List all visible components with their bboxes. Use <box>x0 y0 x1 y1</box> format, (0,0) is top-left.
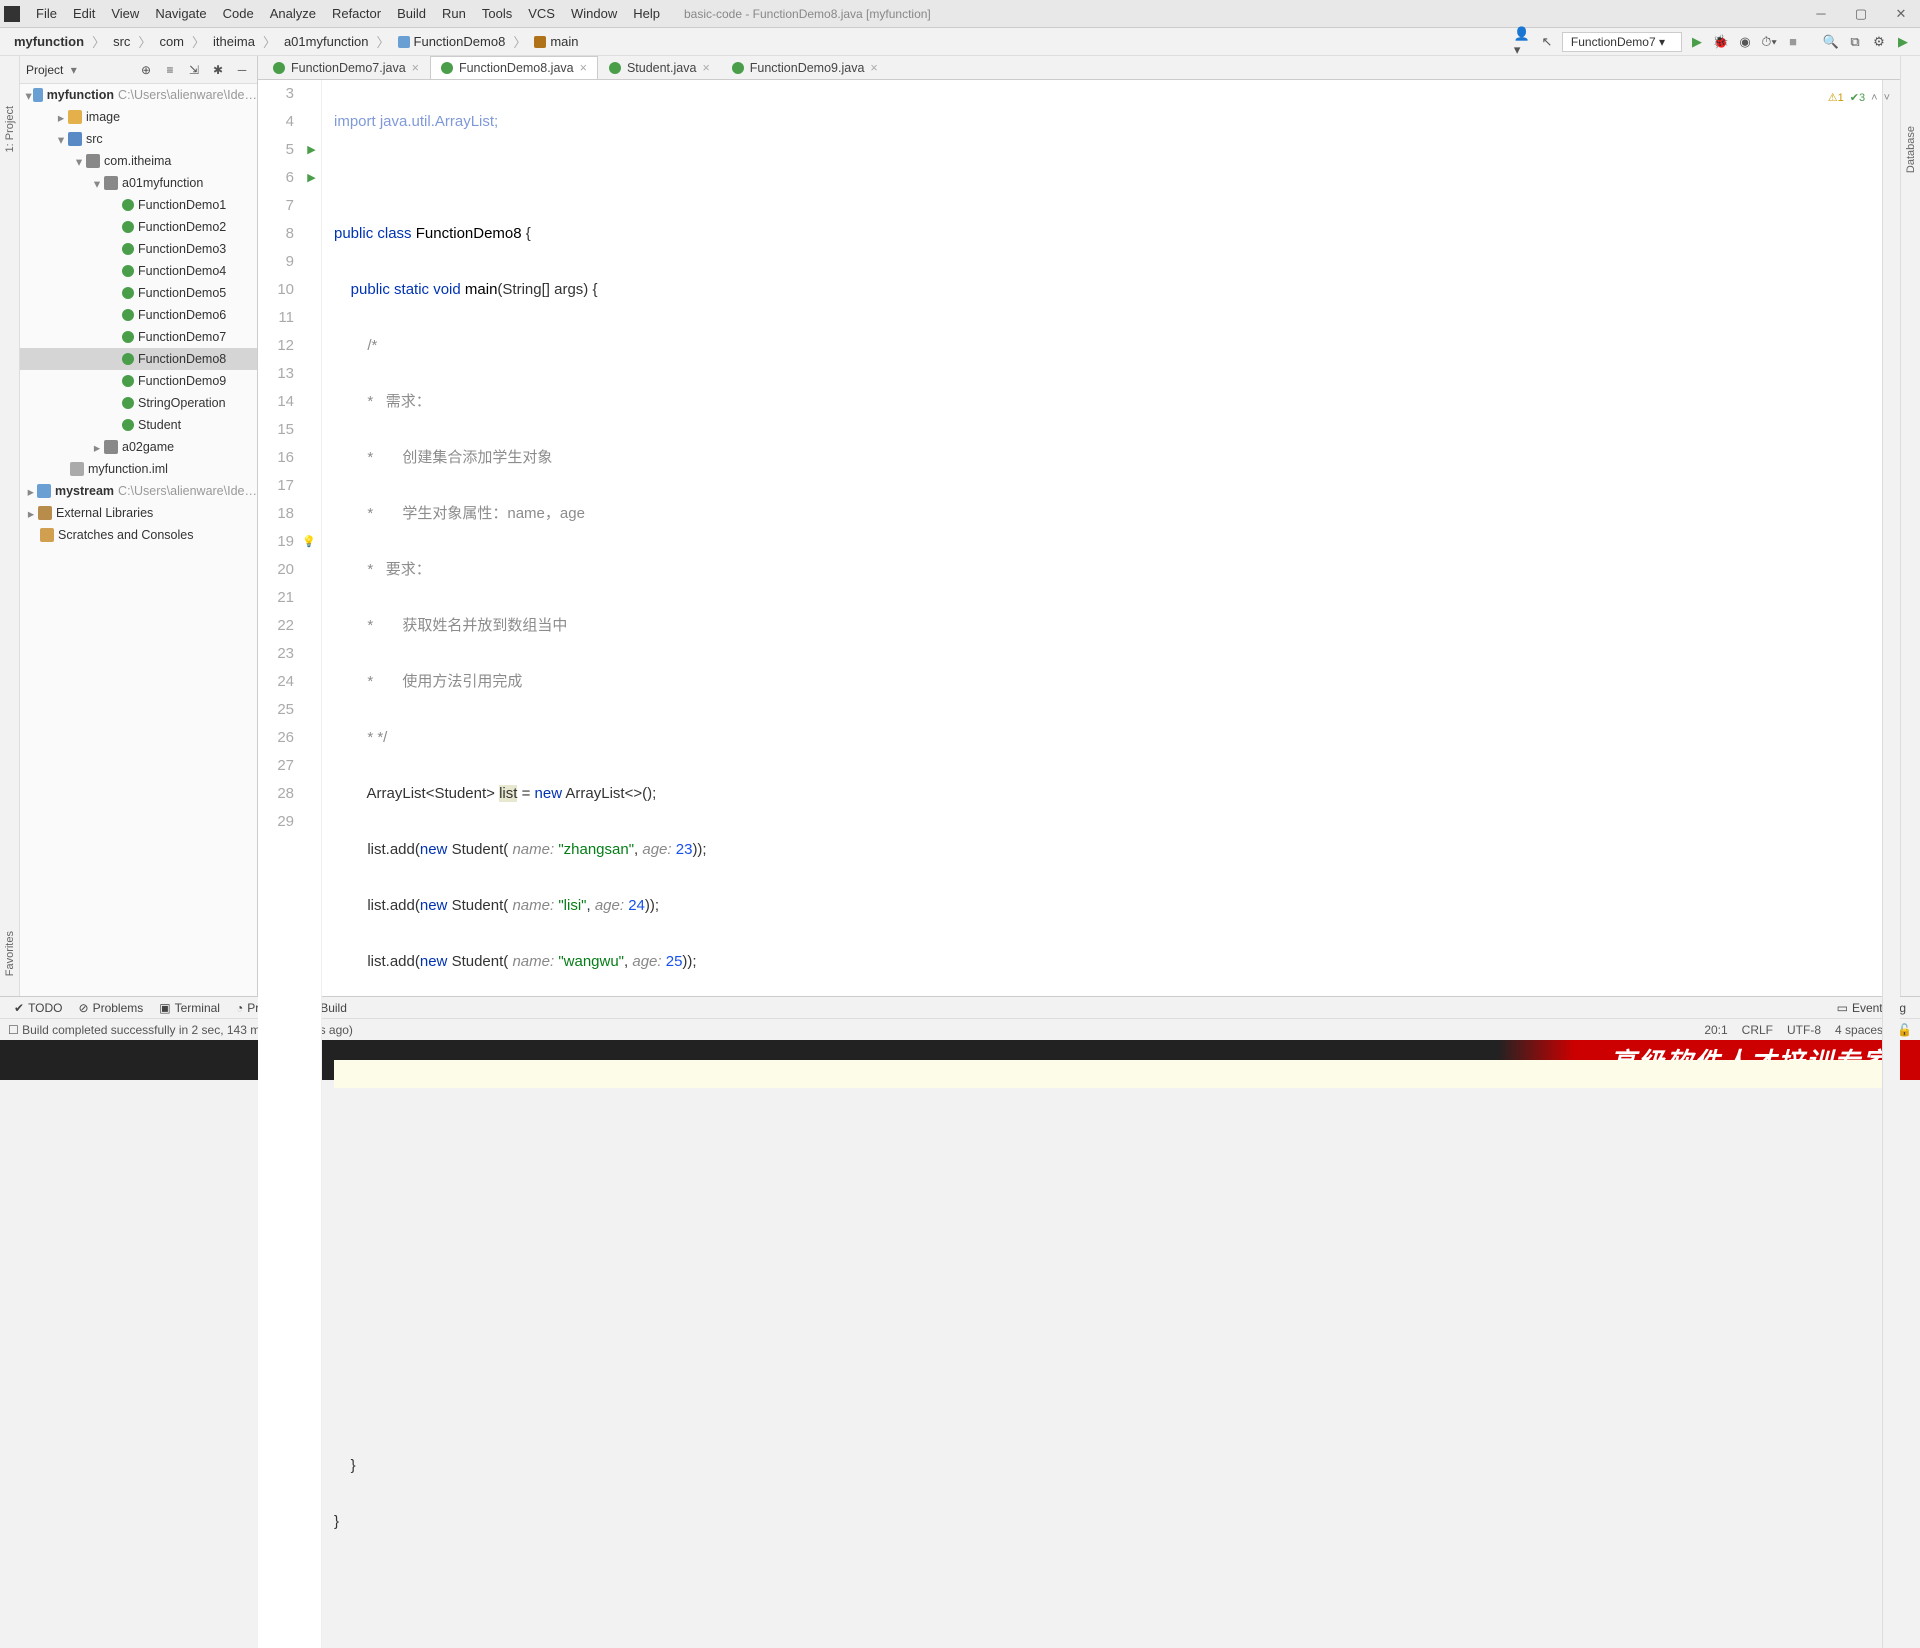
editor-tabs: FunctionDemo7.java× FunctionDemo8.java× … <box>258 56 1900 80</box>
close-icon[interactable]: ✕ <box>1886 6 1916 22</box>
collapse-all-icon[interactable]: ⇲ <box>185 61 203 79</box>
help-icon[interactable]: ▶ <box>1894 33 1912 51</box>
tree-node-class[interactable]: FunctionDemo7 <box>20 326 257 348</box>
menu-build[interactable]: Build <box>389 4 434 23</box>
tree-node-package[interactable]: ▾com.itheima <box>20 150 257 172</box>
breadcrumb[interactable]: myfunction <box>8 32 90 51</box>
problems-tab[interactable]: ⊘ Problems <box>71 999 152 1017</box>
menu-edit[interactable]: Edit <box>65 4 103 23</box>
menu-navigate[interactable]: Navigate <box>147 4 214 23</box>
select-opened-file-icon[interactable]: ⊕ <box>137 61 155 79</box>
terminal-tab[interactable]: ▣ Terminal <box>151 999 228 1017</box>
settings-preview-icon[interactable]: ⧉ <box>1846 33 1864 51</box>
close-tab-icon[interactable]: × <box>702 61 709 75</box>
tree-node-class[interactable]: FunctionDemo8 <box>20 348 257 370</box>
editor: FunctionDemo7.java× FunctionDemo8.java× … <box>258 56 1900 996</box>
tree-node-class[interactable]: StringOperation <box>20 392 257 414</box>
settings-icon[interactable]: ✱ <box>209 61 227 79</box>
tree-node-class[interactable]: FunctionDemo9 <box>20 370 257 392</box>
window-title-context: basic-code - FunctionDemo8.java [myfunct… <box>684 7 931 21</box>
back-icon[interactable]: ↖ <box>1538 33 1556 51</box>
menu-code[interactable]: Code <box>215 4 262 23</box>
menu-window[interactable]: Window <box>563 4 625 23</box>
breadcrumb[interactable]: main <box>528 32 584 51</box>
tree-node-module[interactable]: ▾myfunctionC:\Users\alienware\Ide… <box>20 84 257 106</box>
code-editor[interactable]: ⚠1 ✔3 ˄˅ 3456789101112131415161718192021… <box>258 80 1900 1648</box>
tree-node-class[interactable]: Student <box>20 414 257 436</box>
menu-file[interactable]: File <box>28 4 65 23</box>
app-logo-icon <box>4 6 20 22</box>
project-tool-window: Project ▾ ⊕ ≡ ⇲ ✱ ─ ▾myfunctionC:\Users\… <box>20 56 258 996</box>
profile-icon[interactable]: ⏱▾ <box>1760 33 1778 51</box>
editor-tab[interactable]: FunctionDemo7.java× <box>262 56 430 79</box>
menu-vcs[interactable]: VCS <box>520 4 563 23</box>
intention-bulb-icon[interactable]: 💡 <box>302 528 316 556</box>
structure-tool-tab[interactable]: Favorites <box>4 931 16 976</box>
search-everywhere-icon[interactable]: 🔍 <box>1822 33 1840 51</box>
editor-tab[interactable]: FunctionDemo9.java× <box>721 56 889 79</box>
line-number-gutter: 3456789101112131415161718192021222324252… <box>258 80 302 1648</box>
menu-analyze[interactable]: Analyze <box>262 4 324 23</box>
menu-refactor[interactable]: Refactor <box>324 4 389 23</box>
breadcrumb[interactable]: src <box>107 32 136 51</box>
breadcrumb[interactable]: a01myfunction <box>278 32 375 51</box>
breadcrumb[interactable]: itheima <box>207 32 261 51</box>
tree-node-file[interactable]: myfunction.iml <box>20 458 257 480</box>
expand-all-icon[interactable]: ≡ <box>161 61 179 79</box>
tree-node-class[interactable]: FunctionDemo3 <box>20 238 257 260</box>
hide-panel-icon[interactable]: ─ <box>233 61 251 79</box>
breadcrumb[interactable]: FunctionDemo8 <box>392 32 512 51</box>
minimize-icon[interactable]: ─ <box>1806 6 1836 22</box>
add-config-icon[interactable]: 👤▾ <box>1514 33 1532 51</box>
run-icon[interactable]: ▶ <box>1688 33 1706 51</box>
navigation-bar: myfunction 〉 src 〉 com 〉 itheima 〉 a01my… <box>0 28 1920 56</box>
tree-node-module[interactable]: ▸mystreamC:\Users\alienware\Ide… <box>20 480 257 502</box>
todo-tab[interactable]: ✔ TODO <box>6 999 71 1017</box>
project-view-selector[interactable]: Project ▾ <box>26 63 77 77</box>
error-stripe[interactable] <box>1882 80 1900 1648</box>
breadcrumb[interactable]: com <box>153 32 190 51</box>
tree-node-class[interactable]: FunctionDemo6 <box>20 304 257 326</box>
tree-node-dir[interactable]: ▾src <box>20 128 257 150</box>
tree-node-class[interactable]: FunctionDemo4 <box>20 260 257 282</box>
stop-icon[interactable]: ■ <box>1784 33 1802 51</box>
tree-node-libraries[interactable]: ▸External Libraries <box>20 502 257 524</box>
menu-help[interactable]: Help <box>625 4 668 23</box>
menu-run[interactable]: Run <box>434 4 474 23</box>
editor-tab[interactable]: Student.java× <box>598 56 721 79</box>
tree-node-package[interactable]: ▾a01myfunction <box>20 172 257 194</box>
close-tab-icon[interactable]: × <box>870 61 877 75</box>
menu-view[interactable]: View <box>103 4 147 23</box>
run-configuration-selector[interactable]: FunctionDemo7 ▾ <box>1562 32 1682 52</box>
tree-node-class[interactable]: FunctionDemo1 <box>20 194 257 216</box>
tree-node-scratches[interactable]: Scratches and Consoles <box>20 524 257 546</box>
tree-node-class[interactable]: FunctionDemo2 <box>20 216 257 238</box>
tree-node-package[interactable]: ▸a02game <box>20 436 257 458</box>
title-bar: File Edit View Navigate Code Analyze Ref… <box>0 0 1920 28</box>
run-gutter[interactable]: ▶▶💡 <box>302 80 322 1648</box>
editor-tab[interactable]: FunctionDemo8.java× <box>430 56 598 79</box>
menu-tools[interactable]: Tools <box>474 4 520 23</box>
close-tab-icon[interactable]: × <box>580 61 587 75</box>
tree-node-dir[interactable]: ▸image <box>20 106 257 128</box>
project-tool-tab[interactable]: 1: Project <box>4 106 16 152</box>
maximize-icon[interactable]: ▢ <box>1846 6 1876 22</box>
coverage-icon[interactable]: ◉ <box>1736 33 1754 51</box>
database-tool-tab[interactable]: Database <box>1905 126 1917 173</box>
close-tab-icon[interactable]: × <box>412 61 419 75</box>
tree-node-class[interactable]: FunctionDemo5 <box>20 282 257 304</box>
debug-icon[interactable]: 🐞 <box>1712 33 1730 51</box>
settings-icon[interactable]: ⚙ <box>1870 33 1888 51</box>
